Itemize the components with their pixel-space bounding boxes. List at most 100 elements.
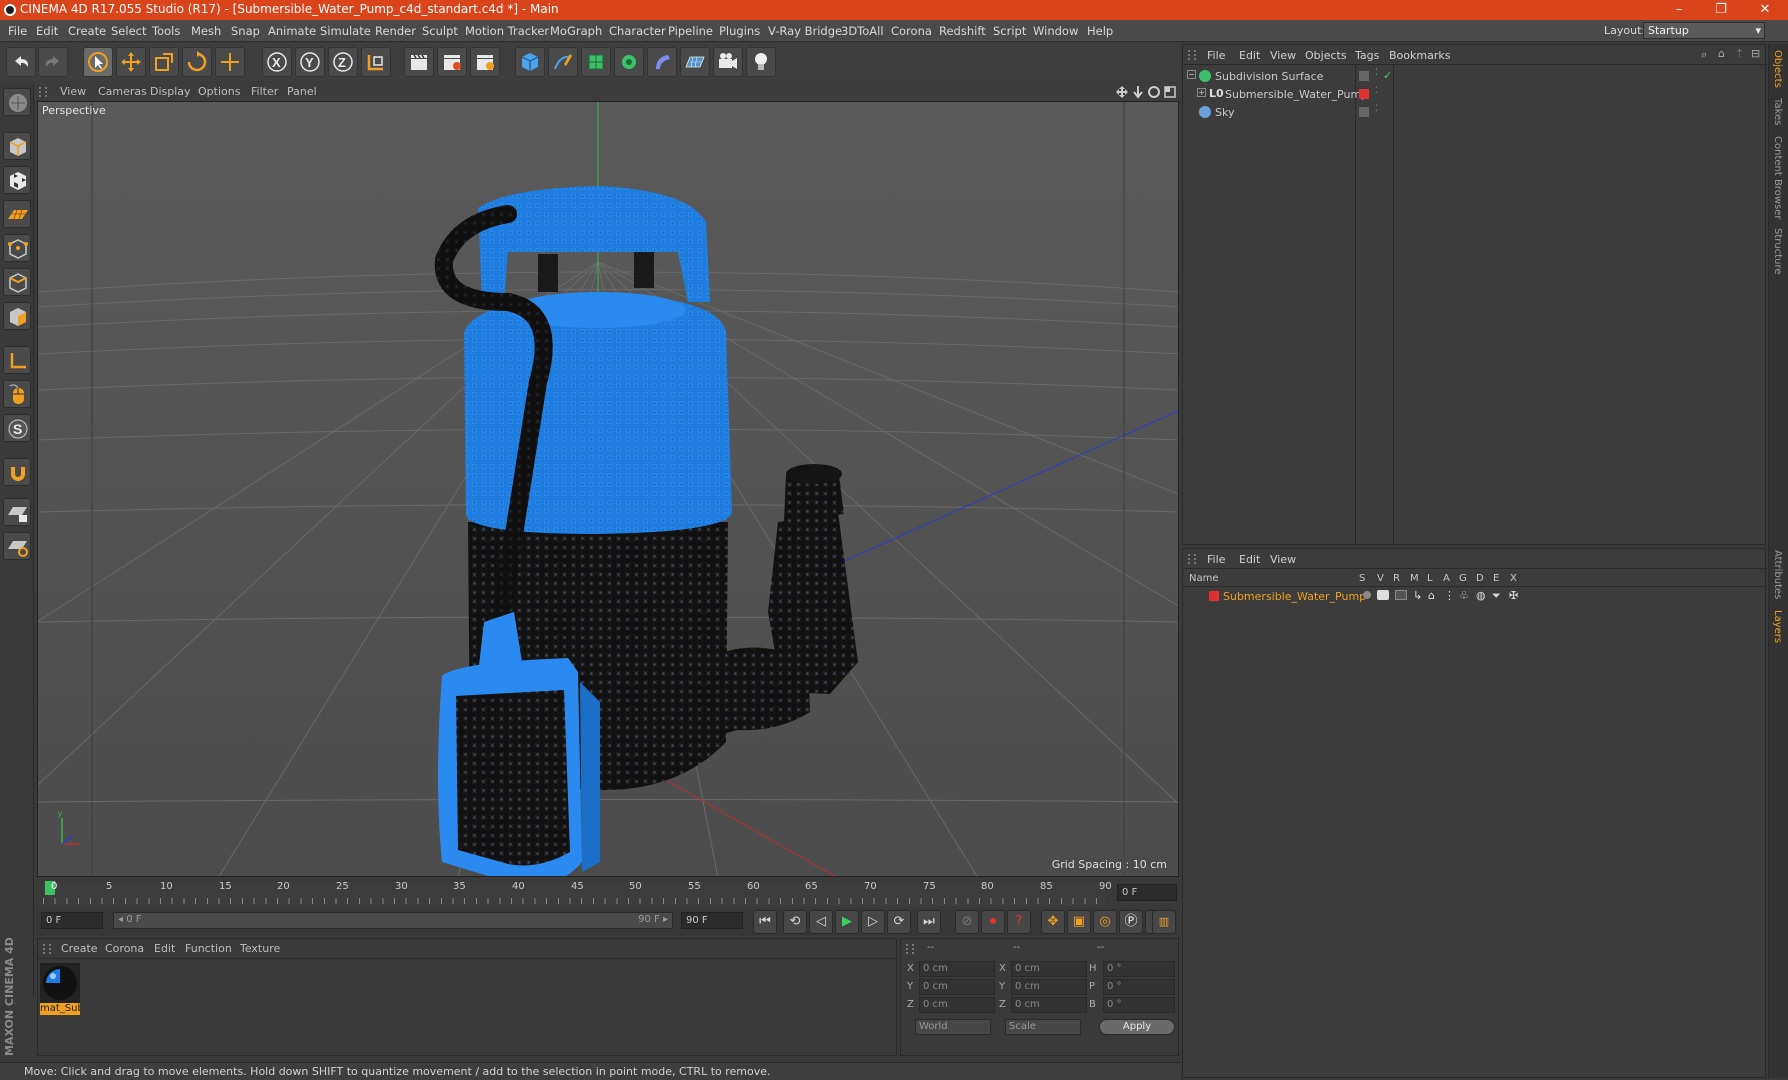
menu-animate[interactable]: Animate [268, 24, 316, 38]
maximize-button[interactable]: ❐ [1698, 0, 1744, 20]
menu-render[interactable]: Render [375, 24, 416, 38]
viewport-menu-panel[interactable]: Panel [287, 85, 317, 98]
coordinate-system-button[interactable] [361, 47, 391, 77]
animation-icon[interactable]: ⋮ [1444, 589, 1455, 602]
viewport-menu-filter[interactable]: Filter [251, 85, 278, 98]
menu-corona[interactable]: Corona [891, 24, 932, 38]
menu-vray-bridge[interactable]: V-Ray Bridge [768, 24, 842, 38]
move-tool-button[interactable] [116, 47, 146, 77]
object-row-sky[interactable]: Sky ⁚ [1185, 104, 1765, 123]
texture-mode-button[interactable] [3, 166, 31, 194]
collapse-toggle-icon[interactable]: − [1187, 70, 1196, 79]
floor-object-button[interactable] [680, 47, 710, 77]
material-menu-texture[interactable]: Texture [240, 942, 280, 955]
object-menu-view[interactable]: View [1270, 49, 1296, 62]
home-icon[interactable]: ⌂ [1718, 47, 1725, 60]
up-arrow-icon[interactable]: ⇡ [1735, 47, 1744, 60]
xref-icon[interactable]: ✠ [1509, 589, 1518, 602]
solo-mode-button[interactable]: S [3, 414, 31, 442]
pen-spline-button[interactable] [548, 47, 578, 77]
layer-indicator[interactable] [1359, 71, 1369, 81]
menu-simulate[interactable]: Simulate [320, 24, 371, 38]
rotate-tool-button[interactable] [182, 47, 212, 77]
menu-sculpt[interactable]: Sculpt [422, 24, 458, 38]
layer-color-swatch[interactable] [1359, 89, 1369, 99]
tab-takes[interactable]: Takes [1772, 98, 1783, 125]
menu-window[interactable]: Window [1033, 24, 1078, 38]
viewport-menu-cameras[interactable]: Cameras [98, 85, 147, 98]
x-axis-button[interactable]: X [262, 47, 292, 77]
next-key-button[interactable]: ⟳ [887, 910, 911, 934]
menu-character[interactable]: Character [609, 24, 666, 38]
layout-select[interactable]: Startup [1643, 22, 1765, 39]
menu-pipeline[interactable]: Pipeline [668, 24, 713, 38]
y-axis-button[interactable]: Y [295, 47, 325, 77]
autokeying-button[interactable]: ⏺ [981, 910, 1005, 934]
polygons-mode-button[interactable] [3, 302, 31, 330]
size-z-field[interactable]: 0 cm [1011, 997, 1087, 1013]
make-editable-button[interactable] [3, 88, 31, 116]
visibility-dots-icon[interactable]: ⁚ [1375, 86, 1378, 96]
camera-object-button[interactable] [713, 47, 743, 77]
render-view-button[interactable] [404, 47, 434, 77]
minimize-button[interactable]: – [1656, 0, 1702, 20]
tab-content-browser[interactable]: Content Browser [1772, 136, 1783, 219]
record-keys-button[interactable]: ⊘ [955, 910, 979, 934]
cube-object-button[interactable] [515, 47, 545, 77]
visibility-dots-icon[interactable]: ⁚ [1375, 104, 1378, 114]
object-name-submersible-water-pump[interactable]: Submersible_Water_Pump [1225, 88, 1368, 101]
rot-p-field[interactable]: 0 ° [1103, 979, 1175, 995]
timeline-ruler[interactable]: 0 5 10 15 20 25 30 35 40 45 50 55 60 65 … [37, 880, 1179, 908]
menu-tools[interactable]: Tools [152, 24, 180, 38]
planar-workplane-button[interactable] [3, 532, 31, 560]
apply-button[interactable]: Apply [1099, 1019, 1175, 1035]
rotation-key-button[interactable]: ◎ [1093, 910, 1117, 934]
size-y-field[interactable]: 0 cm [1011, 979, 1087, 995]
expand-toggle-icon[interactable]: + [1197, 88, 1206, 97]
generator-icon[interactable]: ♧ [1459, 589, 1469, 602]
enabled-check-icon[interactable]: ✓ [1383, 69, 1392, 82]
object-row-subdivision-surface[interactable]: − Subdivision Surface ⁚ ✓ [1185, 68, 1765, 87]
redo-button[interactable] [38, 47, 68, 77]
expression-icon[interactable]: ⏷ [1492, 589, 1501, 603]
layer-row-submersible-water-pump[interactable]: Submersible_Water_Pump ↳ ⌂ ⋮ ♧ ◍ ⏷ ✠ [1185, 589, 1765, 607]
menu-plugins[interactable]: Plugins [719, 24, 760, 38]
material-menu-function[interactable]: Function [185, 942, 232, 955]
object-row-submersible-water-pump[interactable]: + L0 Submersible_Water_Pump ⁚ [1185, 86, 1765, 105]
object-menu-bookmarks[interactable]: Bookmarks [1389, 49, 1450, 62]
next-frame-button[interactable]: ▷ [861, 910, 885, 934]
material-menu-corona[interactable]: Corona [105, 942, 144, 955]
tweak-mode-button[interactable] [3, 380, 31, 408]
timeline-window-button[interactable]: ▥ [1152, 910, 1176, 934]
previous-key-button[interactable]: ⟲ [783, 910, 807, 934]
viewport-menu-options[interactable]: Options [198, 85, 240, 98]
material-thumbnail[interactable]: mat_Sub [40, 963, 80, 1015]
object-menu-edit[interactable]: Edit [1239, 49, 1260, 62]
render-icon[interactable] [1395, 590, 1407, 600]
keyframe-selection-button[interactable]: ? [1007, 910, 1031, 934]
menu-mograph[interactable]: MoGraph [550, 24, 602, 38]
menu-3dtoall[interactable]: 3DToAll [841, 24, 884, 38]
edges-mode-button[interactable] [3, 268, 31, 296]
recent-tool-button[interactable] [215, 47, 245, 77]
material-menu-edit[interactable]: Edit [154, 942, 175, 955]
object-name-sky[interactable]: Sky [1215, 106, 1234, 119]
material-menu-create[interactable]: Create [61, 942, 98, 955]
search-icon[interactable]: ⌕ [1701, 48, 1707, 62]
solo-dot-icon[interactable] [1363, 591, 1371, 599]
undo-button[interactable] [6, 47, 36, 77]
object-menu-tags[interactable]: Tags [1355, 49, 1379, 62]
menu-create[interactable]: Create [68, 24, 106, 38]
layer-indicator[interactable] [1359, 107, 1369, 117]
menu-edit[interactable]: Edit [36, 24, 58, 38]
rot-h-field[interactable]: 0 ° [1103, 961, 1175, 977]
coord-system-select[interactable]: World [915, 1019, 991, 1035]
menu-help[interactable]: Help [1087, 24, 1113, 38]
parameter-key-button[interactable]: Ⓟ [1119, 910, 1143, 934]
preview-range-slider[interactable]: ◂ 0 F 90 F ▸ [113, 912, 673, 929]
tab-objects[interactable]: Objects [1772, 50, 1783, 88]
live-selection-button[interactable] [83, 47, 113, 77]
size-mode-select[interactable]: Scale [1005, 1019, 1081, 1035]
close-button[interactable]: ✕ [1742, 0, 1788, 20]
deformer-icon[interactable]: ◍ [1476, 589, 1486, 602]
